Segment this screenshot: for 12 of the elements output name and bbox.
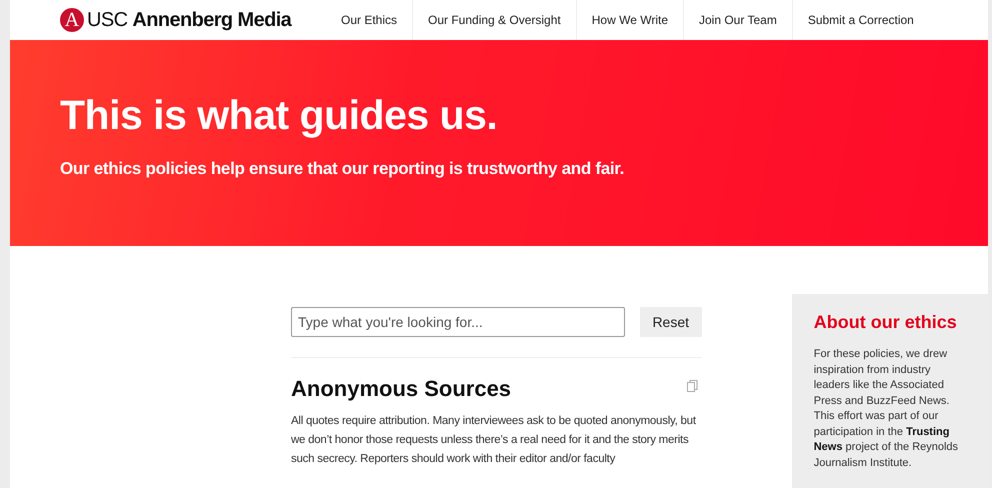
copy-icon[interactable] [686, 380, 698, 392]
sidebar-text: For these policies, we drew inspiration from industry leaders like the Associated Press and BuzzFeed News. This effort was part of our participation in the Trusting News project of the Reynolds Journalism Institute. [814, 347, 960, 470]
reset-button[interactable]: Reset [640, 307, 702, 337]
nav-link[interactable]: Submit a Correction [792, 0, 929, 40]
logo-mark: A [60, 8, 84, 32]
site-logo[interactable]: USC Annenberg Media [87, 8, 292, 32]
section-text: All quotes require attribution. Many interviewees ask to be quoted anonymously, but we don’t honor those requests unless there’s a real need for it and the story merits such secrecy. Reporters should work with their editor and/or faculty [291, 414, 697, 467]
search-field[interactable]: Type what you're looking for... [291, 307, 625, 337]
hero-title: This is what guides us. [60, 92, 498, 139]
hero-subtitle: Our ethics policies help ensure that our reporting is trustworthy and fair. [60, 159, 626, 179]
sidebar-title: About our ethics [814, 312, 958, 333]
section-title: Anonymous Sources [291, 376, 512, 402]
